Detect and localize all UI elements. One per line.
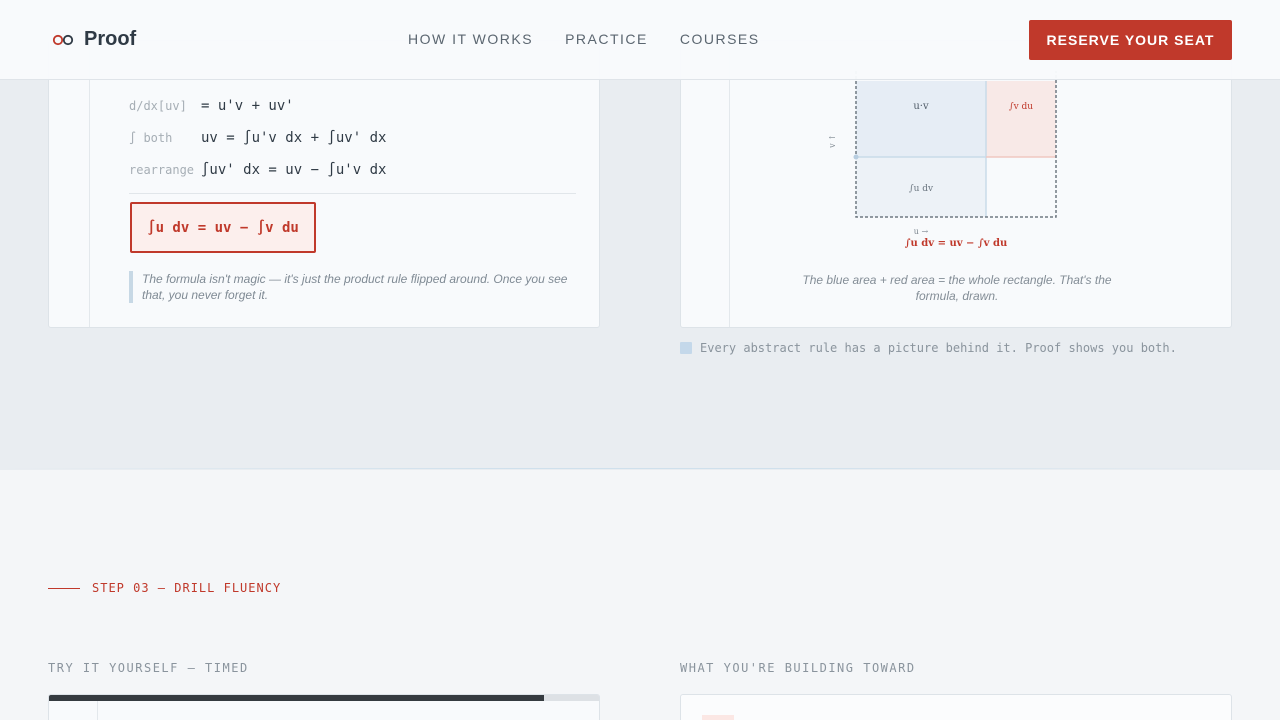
tagline-text: Every abstract rule has a picture behind…: [700, 341, 1177, 355]
derivation-row: d/dx[uv] = u'v + uv': [129, 98, 294, 114]
section-divider: [0, 468, 1280, 469]
brand-logo[interactable]: Proof: [52, 28, 136, 51]
goal-card: [680, 694, 1232, 720]
udv-label: ∫u dv: [909, 184, 934, 194]
area-diagram: u·v ∫v du ∫u dv v ↑ u → ∫u dv = uv − ∫v …: [828, 71, 1057, 249]
derivation-row: rearrange ∫uv' dx = uv − ∫u'v dx: [129, 162, 386, 178]
uv-label: u·v: [913, 101, 929, 112]
u-axis-label: u →: [914, 227, 929, 236]
building-toward-heading: WHAT YOU'RE BUILDING TOWARD: [680, 661, 916, 675]
corner-dot: [853, 154, 859, 160]
vdu-label: ∫v du: [1009, 102, 1033, 112]
derivation-row-label: rearrange: [129, 163, 195, 177]
main-nav: HOW IT WORKS PRACTICE COURSES: [408, 31, 760, 47]
derivation-divider: [129, 193, 576, 194]
timer-progress-bar: [49, 695, 544, 701]
step-title: STEP 03 — DRILL FLUENCY: [92, 581, 282, 595]
card-gutter: [729, 41, 730, 327]
diagram-card: u·v ∫v du ∫u dv v ↑ u → ∫u dv = uv − ∫v …: [680, 40, 1232, 328]
card-gutter: [89, 41, 90, 327]
goal-chip: [702, 715, 734, 720]
reserve-seat-button[interactable]: RESERVE YOUR SEAT: [1029, 20, 1232, 60]
v-axis-label: v ↑: [828, 134, 837, 149]
legend-square-icon: [680, 342, 692, 354]
infinity-icon: [52, 34, 74, 45]
derivation-row-label: ∫ both: [129, 131, 173, 145]
result-formula: ∫u dv = uv − ∫v du: [130, 202, 316, 253]
derivation-row-body: = u'v + uv': [201, 98, 294, 114]
vdu-region: [986, 81, 1056, 157]
diagram-tagline: Every abstract rule has a picture behind…: [680, 341, 1177, 355]
uv-region: [856, 81, 986, 157]
brand-name: Proof: [84, 28, 137, 50]
derivation-row: ∫ both uv = ∫u'v dx + ∫uv' dx: [129, 130, 386, 146]
derivation-card: d/dx[uv] = u'v + uv' ∫ both uv = ∫u'v dx…: [48, 40, 600, 328]
try-it-heading: TRY IT YOURSELF — TIMED: [48, 661, 249, 675]
timed-drill-card[interactable]: [48, 694, 600, 720]
diagram-formula: ∫u dv = uv − ∫v du: [905, 238, 1007, 249]
diagram-caption: The blue area + red area = the whole rec…: [802, 273, 1112, 303]
derivation-row-body: ∫uv' dx = uv − ∫u'v dx: [201, 162, 387, 178]
derivation-row-label: d/dx[uv]: [129, 99, 187, 113]
nav-practice[interactable]: PRACTICE: [565, 31, 648, 47]
derivation-quote: The formula isn't magic — it's just the …: [129, 271, 575, 303]
nav-courses[interactable]: COURSES: [680, 31, 760, 47]
step-label: STEP 03 — DRILL FLUENCY: [48, 581, 281, 595]
step-rule: [48, 587, 80, 589]
nav-how-it-works[interactable]: HOW IT WORKS: [408, 31, 533, 47]
site-header: Proof HOW IT WORKS PRACTICE COURSES RESE…: [0, 0, 1280, 80]
card-gutter: [97, 701, 98, 720]
derivation-row-body: uv = ∫u'v dx + ∫uv' dx: [201, 130, 387, 146]
